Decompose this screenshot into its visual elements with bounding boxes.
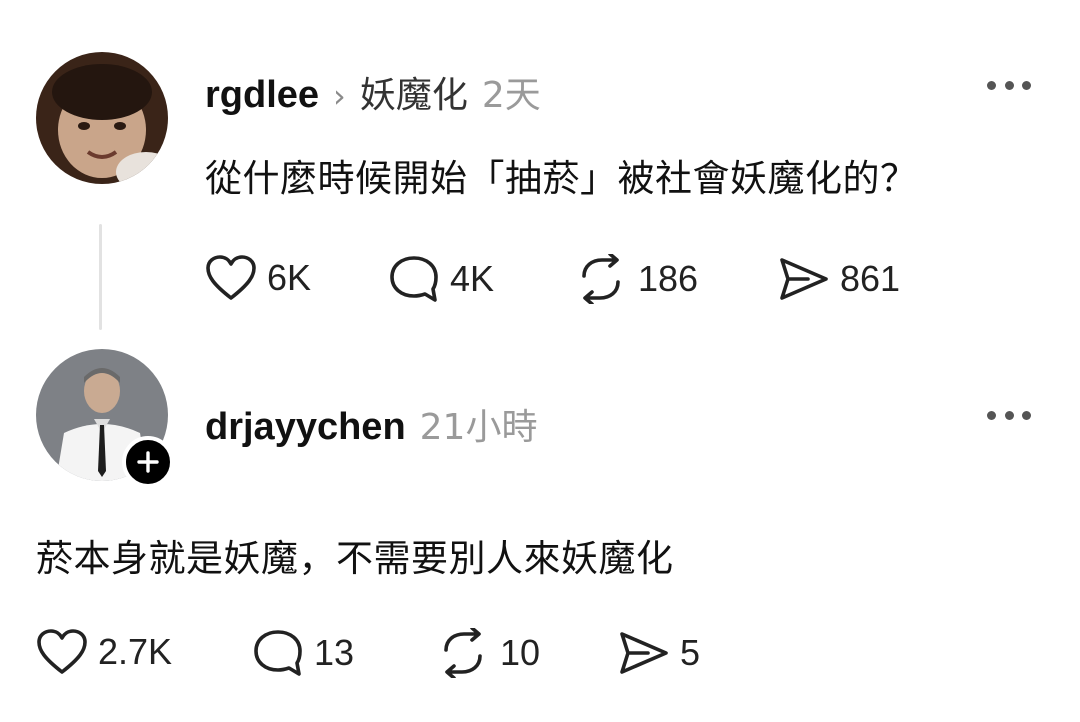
username[interactable]: drjayychen <box>205 406 406 449</box>
post-header: drjayychen 21小時 <box>205 398 537 450</box>
more-dots-icon[interactable] <box>987 75 1031 95</box>
send-icon <box>780 258 828 300</box>
reply-count: 4K <box>450 258 495 299</box>
chevron-right-icon: › <box>333 77 346 115</box>
repost-button[interactable]: 186 <box>574 254 698 304</box>
reply-button[interactable]: 13 <box>252 628 354 678</box>
like-count: 2.7K <box>98 631 173 672</box>
send-icon <box>620 632 668 674</box>
like-button[interactable]: 6K <box>205 254 311 302</box>
repost-arrows-icon <box>444 628 482 678</box>
repost-count: 10 <box>500 632 541 673</box>
thread-connector-line <box>99 224 102 330</box>
community-name[interactable]: 妖魔化 <box>360 66 468 118</box>
comment-bubble-icon <box>254 630 302 676</box>
more-dots-icon[interactable] <box>987 405 1031 425</box>
like-button[interactable]: 2.7K <box>36 628 172 676</box>
reply-button[interactable]: 4K <box>388 254 494 304</box>
share-button[interactable]: 861 <box>778 254 900 304</box>
repost-count: 186 <box>638 258 699 299</box>
reply-count: 13 <box>314 632 355 673</box>
post-text: 從什麼時候開始「抽菸」被社會妖魔化的？ <box>205 157 918 200</box>
post-time: 21小時 <box>419 407 538 448</box>
like-count: 6K <box>267 257 312 298</box>
comment-bubble-icon <box>390 256 438 302</box>
plus-icon <box>137 451 159 473</box>
username[interactable]: rgdlee <box>205 74 319 117</box>
repost-arrows-icon <box>582 254 620 304</box>
avatar-rgdlee[interactable] <box>36 52 168 184</box>
heart-icon <box>37 629 87 674</box>
share-button[interactable]: 5 <box>618 628 700 678</box>
follow-button[interactable] <box>122 436 174 488</box>
post-text: 菸本身就是妖魔，不需要別人來妖魔化 <box>36 537 674 580</box>
post-header: rgdlee › 妖魔化 2天 <box>205 66 541 118</box>
post-time: 2天 <box>481 75 541 116</box>
share-count: 861 <box>840 258 901 299</box>
heart-icon <box>206 255 256 300</box>
repost-button[interactable]: 10 <box>436 628 540 678</box>
share-count: 5 <box>680 632 701 673</box>
